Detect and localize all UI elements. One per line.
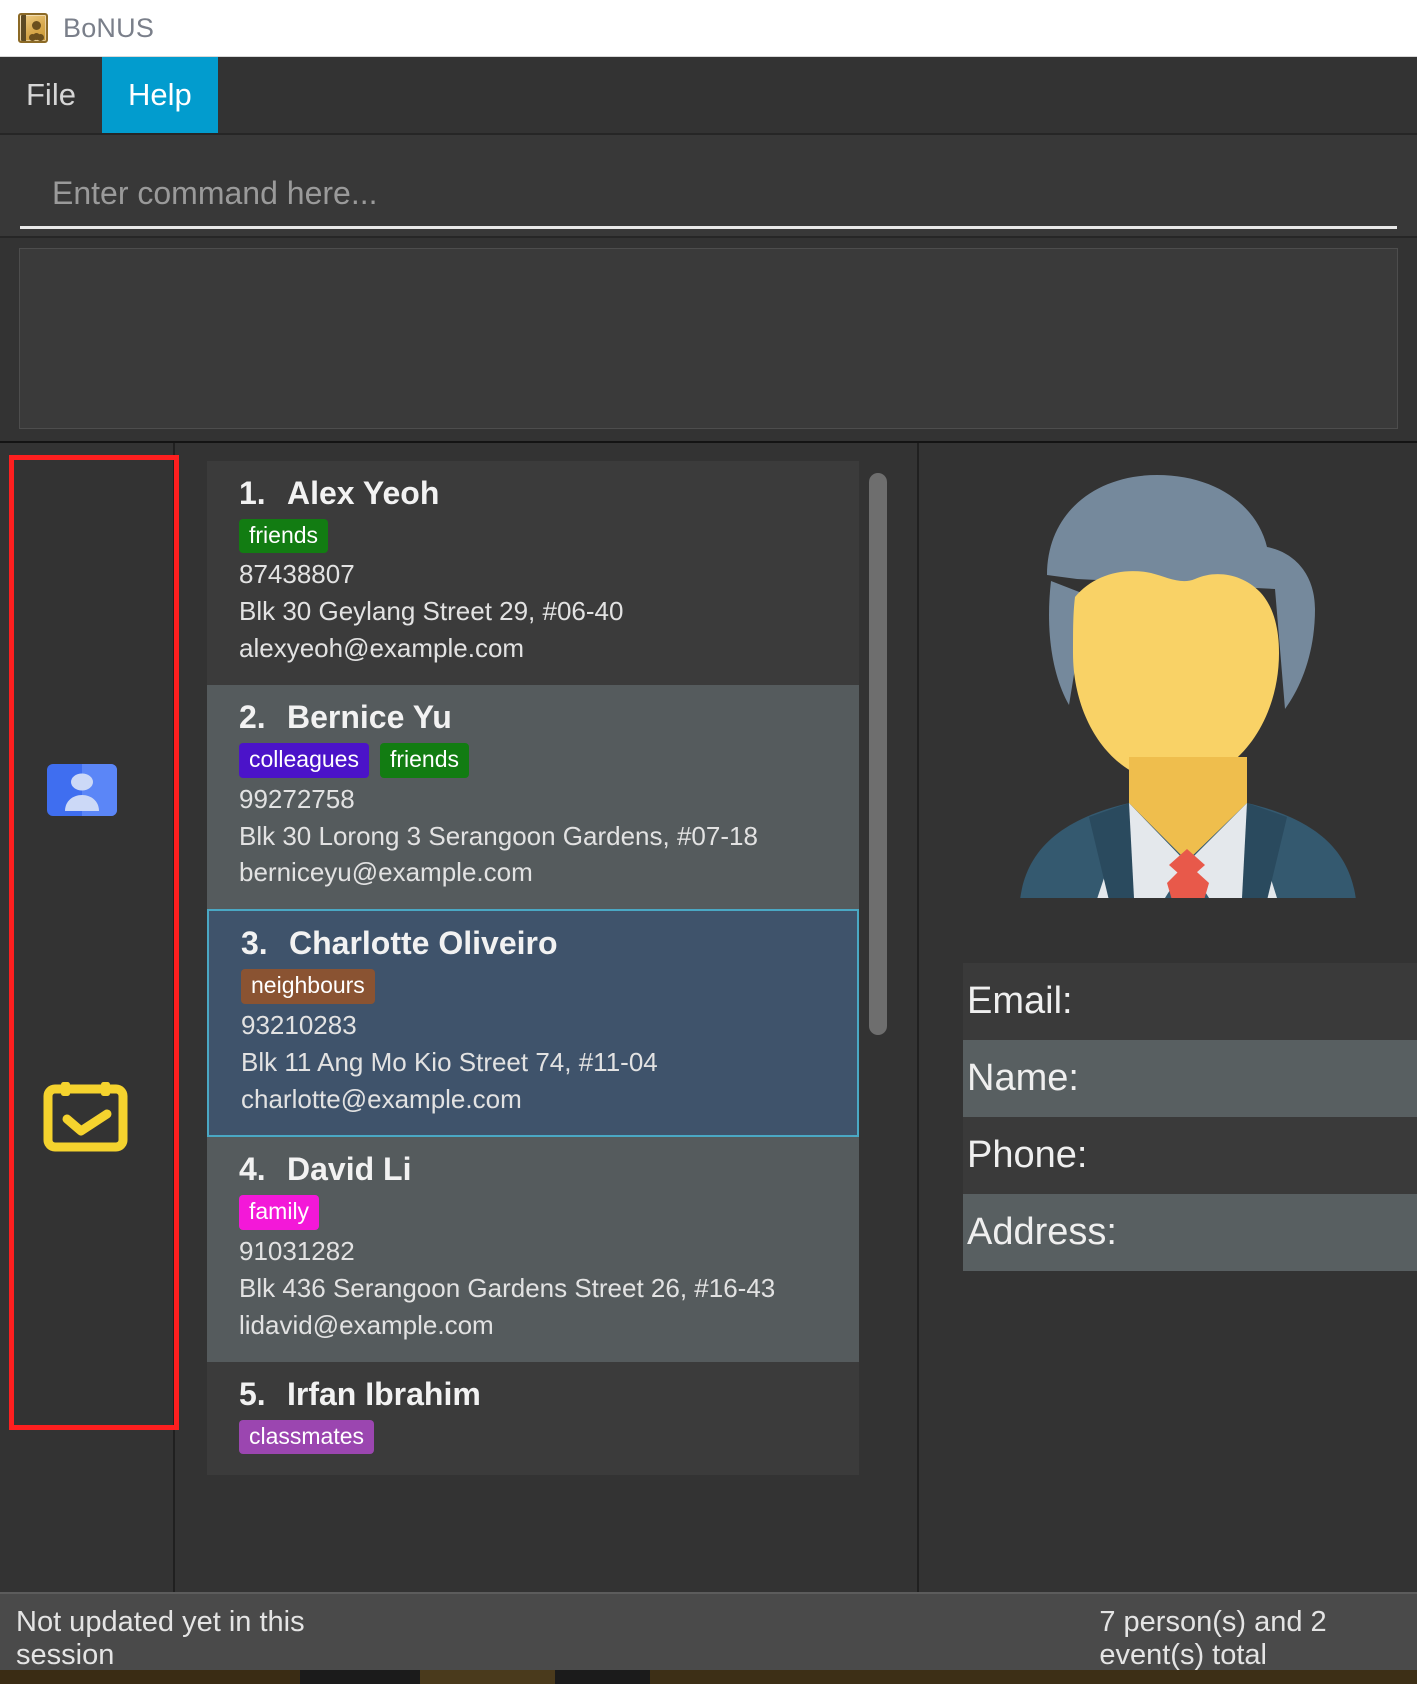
- person-index: 3.: [241, 925, 268, 962]
- person-tags: colleagues friends: [239, 743, 839, 778]
- person-tag: colleagues: [239, 743, 369, 778]
- title-bar: BoNUS: [0, 0, 1417, 57]
- person-email: charlotte@example.com: [241, 1083, 522, 1114]
- detail-row-label: Phone:: [967, 1134, 1088, 1176]
- address-book-icon: [18, 13, 48, 43]
- person-list-item[interactable]: 3. Charlotte Oliveiro neighbours 93210283 Bl…: [207, 909, 859, 1138]
- calendar-check-icon: [43, 1082, 128, 1152]
- sidebar: [0, 443, 179, 1592]
- sidebar-highlight-annotation: [9, 455, 179, 1430]
- person-phone: 91031282: [239, 1235, 355, 1266]
- person-address: Blk 30 Geylang Street 29, #06-40: [239, 596, 624, 627]
- result-display-container: [0, 238, 1417, 443]
- person-address: Blk 436 Serangoon Gardens Street 26, #16…: [239, 1272, 776, 1303]
- detail-row: Phone:: [963, 1117, 1417, 1194]
- total-count-text: 7 person(s) and 2 event(s) total: [1099, 1606, 1327, 1671]
- person-email: alexyeoh@example.com: [239, 633, 525, 664]
- person-list-pane: 1. Alex Yeoh friends 87438807 Blk 30 Geylang…: [175, 443, 917, 1592]
- result-display-box: [19, 248, 1398, 429]
- person-name: 4. David Li: [239, 1151, 412, 1188]
- command-input[interactable]: [20, 175, 1397, 229]
- person-email: lidavid@example.com: [239, 1309, 494, 1340]
- detail-row-label: Email:: [967, 980, 1073, 1022]
- person-list-scrollbar-thumb[interactable]: [869, 473, 887, 1035]
- person-list[interactable]: 1. Alex Yeoh friends 87438807 Blk 30 Geylang…: [207, 461, 859, 1592]
- person-tags: neighbours: [241, 969, 837, 1004]
- menu-item-help[interactable]: Help: [101, 57, 218, 133]
- person-index: 1.: [239, 475, 266, 511]
- person-address: Blk 11 Ang Mo Kio Street 74, #11-04: [241, 1046, 658, 1077]
- detail-row: Address:: [963, 1194, 1417, 1271]
- person-index: 2.: [239, 699, 266, 736]
- detail-row-label: Name:: [967, 1057, 1079, 1099]
- person-tags: classmates: [239, 1419, 839, 1455]
- person-index: 4.: [239, 1151, 266, 1188]
- person-tag: neighbours: [241, 969, 375, 1004]
- menu-bar: File Help: [0, 57, 1417, 135]
- sidebar-item-contacts[interactable]: [37, 748, 137, 848]
- command-box-container: [0, 135, 1417, 238]
- sync-status-text: Not updated yet in this session: [16, 1606, 305, 1671]
- person-tag: friends: [379, 743, 470, 778]
- contacts-book-icon: [47, 764, 117, 816]
- detail-row: Name:: [963, 1040, 1417, 1117]
- person-tag: classmates: [239, 1419, 375, 1455]
- person-list-item[interactable]: 1. Alex Yeoh friends 87438807 Blk 30 Geylang…: [207, 461, 859, 686]
- detail-row-label: Address:: [967, 1211, 1117, 1253]
- person-phone: 93210283: [241, 1009, 357, 1040]
- menu-item-file[interactable]: File: [0, 57, 102, 133]
- person-list-item[interactable]: 5. Irfan Ibrahim classmates: [207, 1361, 859, 1476]
- person-list-item[interactable]: 4. David Li family 91031282 Blk 436 Serangoo…: [207, 1137, 859, 1362]
- person-tags: friends: [239, 519, 839, 554]
- application-window: BoNUS File Help Enter command here... 1.…: [0, 0, 1417, 1684]
- person-phone: 87438807: [239, 559, 355, 590]
- sidebar-item-events[interactable]: [37, 1068, 137, 1168]
- person-list-item[interactable]: 2. Bernice Yu colleagues friends 99272758 Blk…: [207, 685, 859, 910]
- person-email: berniceyu@example.com: [239, 857, 533, 888]
- detail-row: Email:: [963, 963, 1417, 1040]
- detail-field-rows: Email: Name: Phone: Address:: [963, 963, 1417, 1271]
- person-phone: 99272758: [239, 783, 355, 814]
- person-tag: family: [239, 1195, 320, 1230]
- person-name: 5. Irfan Ibrahim: [239, 1375, 481, 1412]
- person-name: 1. Alex Yeoh: [239, 475, 440, 511]
- person-address: Blk 30 Lorong 3 Serangoon Gardens, #07-1…: [239, 820, 758, 851]
- person-detail-pane: Email: Name: Phone: Address:: [917, 443, 1417, 1592]
- person-tags: family: [239, 1195, 839, 1230]
- person-index: 5.: [239, 1375, 266, 1412]
- person-placeholder-avatar: [1020, 475, 1356, 898]
- person-name: 2. Bernice Yu: [239, 699, 452, 736]
- avatar-container: [919, 443, 1417, 898]
- os-taskbar-strip: [0, 1670, 1417, 1684]
- person-list-scrollbar[interactable]: [869, 461, 887, 1586]
- person-tag: friends: [239, 519, 329, 554]
- window-title: BoNUS: [63, 12, 155, 43]
- main-body: 1. Alex Yeoh friends 87438807 Blk 30 Geylang…: [0, 443, 1417, 1592]
- person-name: 3. Charlotte Oliveiro: [241, 925, 558, 962]
